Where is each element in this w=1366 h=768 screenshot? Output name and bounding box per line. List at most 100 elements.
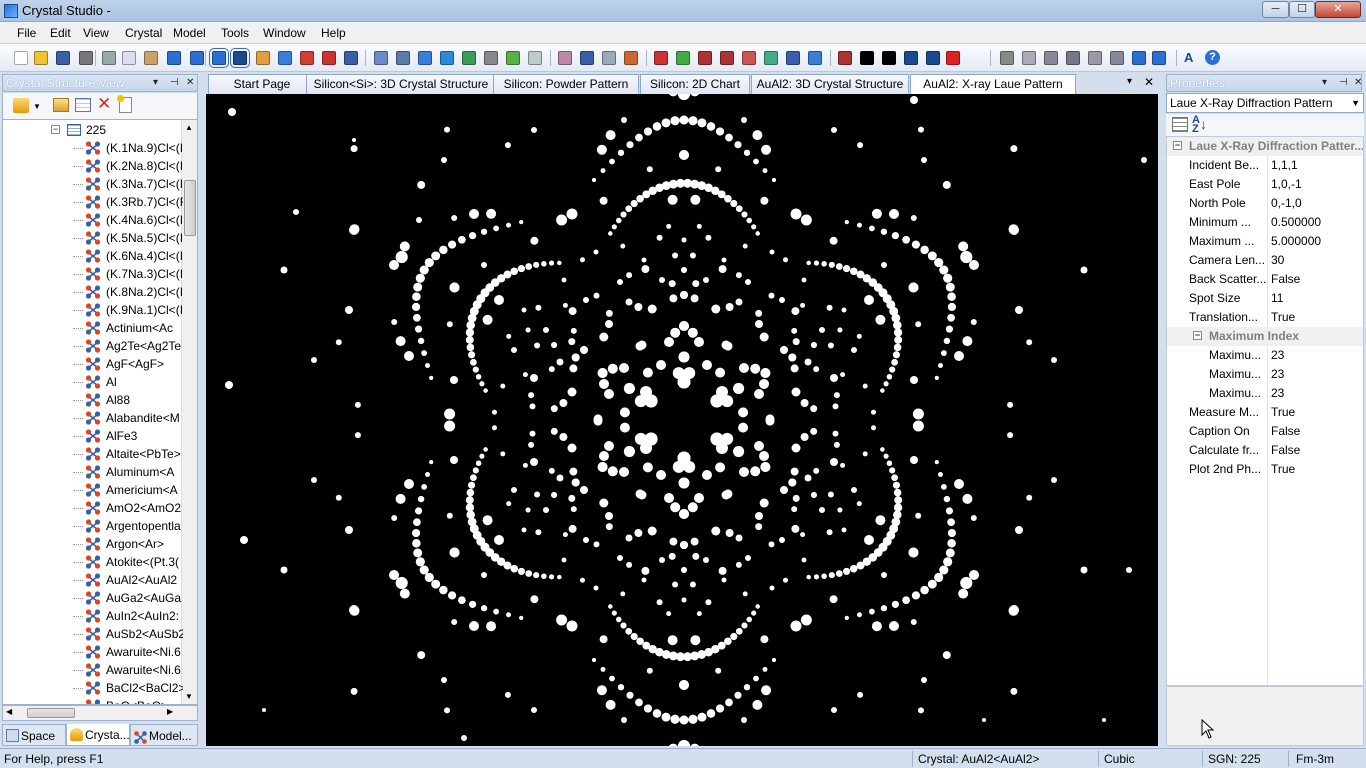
property-value[interactable]: 1,0,-1: [1271, 175, 1302, 194]
scroll-up-icon[interactable]: ▲: [185, 123, 193, 132]
copy-icon[interactable]: [122, 51, 136, 65]
help-icon[interactable]: ?: [1205, 50, 1220, 65]
paste-icon[interactable]: [144, 51, 158, 65]
property-row[interactable]: Maximu... 23: [1167, 346, 1363, 365]
tab-crystal[interactable]: Crysta...: [66, 724, 130, 746]
table-icon[interactable]: [528, 51, 542, 65]
tree-item[interactable]: Ag2Te<Ag2Te: [3, 337, 183, 355]
tree-item[interactable]: AuIn2<AuIn2:: [3, 607, 183, 625]
undo-icon[interactable]: [167, 51, 181, 65]
property-value[interactable]: 23: [1271, 384, 1284, 403]
scroll-thumb[interactable]: [184, 180, 196, 236]
tree-group-225[interactable]: − 225: [3, 121, 183, 139]
tree-item[interactable]: AlFe3: [3, 427, 183, 445]
sort-icon[interactable]: [13, 98, 29, 113]
property-value[interactable]: False: [1271, 441, 1300, 460]
menu-model[interactable]: Model: [173, 26, 206, 40]
minimize-button[interactable]: ─: [1262, 1, 1289, 18]
property-row[interactable]: Minimum ... 0.500000: [1167, 213, 1363, 232]
tree-item[interactable]: (K.9Na.1)Cl<(I: [3, 301, 183, 319]
bond-icon[interactable]: [322, 51, 336, 65]
scroll-right-icon[interactable]: ▶: [167, 707, 173, 716]
zoom-icon[interactable]: [230, 48, 250, 68]
menu-window[interactable]: Window: [263, 26, 306, 40]
tree-item[interactable]: BaCl2<BaCl2>: [3, 679, 183, 697]
tree-item[interactable]: Altaite<PbTe>: [3, 445, 183, 463]
open-folder-icon[interactable]: [34, 51, 48, 65]
crystal-tree[interactable]: ▲ ▼ − 225 (K.1Na.9)Cl<(I (K.2Na.8)Cl<(I (K.3…: [2, 119, 198, 705]
tab-space-group[interactable]: Space ...: [2, 724, 66, 765]
network-icon[interactable]: [418, 51, 432, 65]
property-value[interactable]: True: [1271, 308, 1295, 327]
property-value[interactable]: False: [1271, 270, 1300, 289]
tree-item[interactable]: Actinium<Ac: [3, 319, 183, 337]
redo-icon[interactable]: [190, 51, 204, 65]
laue-pattern-canvas[interactable]: [206, 94, 1158, 746]
lattice-icon[interactable]: [374, 51, 388, 65]
tree-item[interactable]: Argentopentla: [3, 517, 183, 535]
tree-item[interactable]: (K.1Na.9)Cl<(I: [3, 139, 183, 157]
grid-icon[interactable]: [720, 51, 734, 65]
tree-item[interactable]: AuGa2<AuGa: [3, 589, 183, 607]
new-file-icon[interactable]: [14, 51, 28, 65]
tree-item[interactable]: AuSb2<AuSb2: [3, 625, 183, 643]
find-icon[interactable]: [344, 51, 358, 65]
scroll-down-icon[interactable]: ▼: [185, 692, 193, 701]
tree-item[interactable]: AuAl2<AuAl2: [3, 571, 183, 589]
block-icon[interactable]: [1022, 51, 1036, 65]
tab-list-button[interactable]: ▾: [1127, 76, 1132, 87]
property-row[interactable]: Plot 2nd Ph... True: [1167, 460, 1363, 479]
property-row[interactable]: Calculate fr... False: [1167, 441, 1363, 460]
alphabetical-icon[interactable]: AZ: [1192, 115, 1200, 135]
property-row[interactable]: Maximu... 23: [1167, 365, 1363, 384]
collapse-icon[interactable]: −: [51, 125, 60, 134]
property-subcategory[interactable]: − Maximum Index: [1167, 327, 1363, 346]
properties-menu-button[interactable]: ▾: [1322, 75, 1327, 91]
property-row[interactable]: Incident Be... 1,1,1: [1167, 156, 1363, 175]
property-row[interactable]: Camera Len... 30: [1167, 251, 1363, 270]
sphere-icon[interactable]: [440, 51, 454, 65]
tree-item[interactable]: (K.3Na.7)Cl<(I: [3, 175, 183, 193]
tree-item[interactable]: (K.2Na.8)Cl<(I: [3, 157, 183, 175]
property-row[interactable]: Caption On False: [1167, 422, 1363, 441]
property-row[interactable]: Spot Size 11: [1167, 289, 1363, 308]
menu-edit[interactable]: Edit: [50, 26, 71, 40]
menu-help[interactable]: Help: [321, 26, 346, 40]
property-row[interactable]: Maximum ... 5.000000: [1167, 232, 1363, 251]
property-value[interactable]: 11: [1271, 289, 1283, 308]
property-value[interactable]: 5.000000: [1271, 232, 1321, 251]
disk-icon[interactable]: [1110, 51, 1124, 65]
board-icon[interactable]: [904, 51, 918, 65]
property-value[interactable]: True: [1271, 460, 1295, 479]
move-icon[interactable]: [484, 51, 498, 65]
window-icon[interactable]: [1044, 51, 1058, 65]
font-icon[interactable]: A: [1184, 50, 1193, 65]
print-icon[interactable]: [79, 51, 93, 65]
chevron-down-icon[interactable]: ▼: [33, 102, 41, 111]
save-icon[interactable]: [56, 51, 70, 65]
property-category[interactable]: − Laue X-Ray Diffraction Patter...: [1167, 137, 1363, 156]
property-value[interactable]: 30: [1271, 251, 1284, 270]
tree-item[interactable]: (K.4Na.6)Cl<(I: [3, 211, 183, 229]
molecule-icon[interactable]: [396, 51, 410, 65]
menu-view[interactable]: View: [83, 26, 109, 40]
black-box-icon[interactable]: [860, 51, 874, 65]
cluster-icon[interactable]: [654, 51, 668, 65]
tree-item[interactable]: (K.8Na.2)Cl<(I: [3, 283, 183, 301]
polyhedron-icon[interactable]: [462, 51, 476, 65]
pattern-icon[interactable]: [882, 51, 896, 65]
panel-pin-button[interactable]: ⊣: [170, 75, 179, 91]
rotate-icon[interactable]: [278, 51, 292, 65]
property-row[interactable]: North Pole 0,-1,0: [1167, 194, 1363, 213]
diffraction-icon[interactable]: [742, 51, 756, 65]
dot-icon[interactable]: [946, 51, 960, 65]
text-icon[interactable]: [1132, 51, 1146, 65]
target-icon[interactable]: [808, 51, 822, 65]
tree-item[interactable]: Al88: [3, 391, 183, 409]
panel-menu-button[interactable]: ▾: [153, 75, 158, 91]
property-value[interactable]: 23: [1271, 365, 1284, 384]
pan-icon[interactable]: [256, 51, 270, 65]
property-row[interactable]: Translation... True: [1167, 308, 1363, 327]
function-icon[interactable]: [926, 51, 940, 65]
tree-item[interactable]: AmO2<AmO2: [3, 499, 183, 517]
